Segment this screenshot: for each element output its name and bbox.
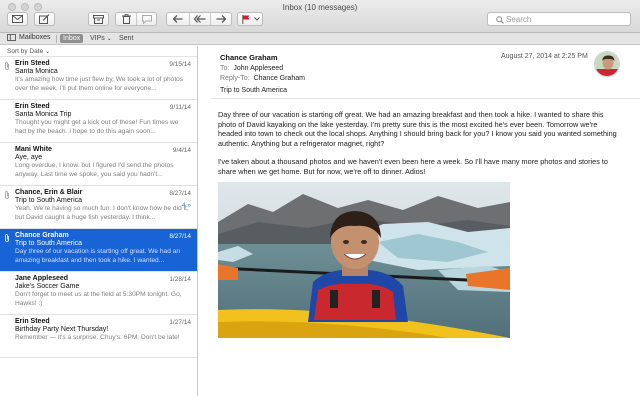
message-subject: Trip to South America xyxy=(15,240,83,247)
sender-avatar xyxy=(594,51,620,77)
message-date: 8/27/14 xyxy=(169,233,191,240)
message-body: Day three of our vacation is starting of… xyxy=(218,110,618,176)
message-reply-to[interactable]: Chance Graham xyxy=(254,75,305,82)
reply-button[interactable] xyxy=(167,13,189,25)
reply-all-icon xyxy=(193,15,206,23)
message-date: 9/15/14 xyxy=(169,61,191,68)
message-to-row: To: John Appleseed xyxy=(220,65,283,72)
message-date: 9/11/14 xyxy=(169,104,191,111)
chevron-down-icon xyxy=(254,17,260,21)
sort-label: Sort by Date xyxy=(7,48,44,55)
delete-junk-group xyxy=(115,12,157,26)
junk-icon xyxy=(141,14,152,24)
to-label: To: xyxy=(220,65,230,72)
message-row[interactable]: Mani White 9/4/14 Aye, aye Long overdue,… xyxy=(0,143,197,186)
message-reply-to-row: Reply-To: Chance Graham xyxy=(220,75,305,82)
message-sender: Erin Steed xyxy=(15,60,50,67)
message-subject: Santa Monica Trip xyxy=(15,111,72,118)
message-date: 8/27/14 xyxy=(169,190,191,197)
message-sender: Chance Graham xyxy=(15,232,69,239)
message-row[interactable]: Chance, Erin & Blair 8/27/14 Trip to Sou… xyxy=(0,186,197,229)
trash-icon xyxy=(121,14,131,24)
chevron-down-icon: ⌄ xyxy=(106,36,112,42)
header-divider xyxy=(211,98,640,99)
message-row[interactable]: Erin Steed 1/27/14 Birthday Party Next T… xyxy=(0,315,197,358)
attachment-icon xyxy=(5,191,9,199)
reply-icon xyxy=(172,15,183,23)
mailboxes-label: Mailboxes xyxy=(19,34,51,41)
message-date: 1/27/14 xyxy=(169,319,191,326)
message-date: 1/28/14 xyxy=(169,276,191,283)
search-icon xyxy=(496,16,504,24)
message-viewer: Chance Graham August 27, 2014 at 2:25 PM… xyxy=(199,46,640,396)
message-subject: Trip to South America xyxy=(15,197,83,204)
message-date: August 27, 2014 at 2:25 PM xyxy=(501,53,588,60)
reply-to-label: Reply-To: xyxy=(220,75,250,82)
archive-icon xyxy=(93,14,104,24)
favorite-vips[interactable]: VIPs ⌄ xyxy=(87,34,115,43)
attachment-icon xyxy=(5,234,9,242)
flag-icon xyxy=(242,14,250,24)
message-from[interactable]: Chance Graham xyxy=(220,53,278,62)
sort-menu[interactable]: Sort by Date ⌄ xyxy=(0,46,197,57)
message-row[interactable]: Erin Steed 9/11/14 Santa Monica Trip Tho… xyxy=(0,100,197,143)
message-subject: Jake's Soccer Game xyxy=(15,283,80,290)
attached-photo[interactable] xyxy=(218,182,510,338)
message-body-paragraph: Day three of our vacation is starting of… xyxy=(218,110,617,148)
thread-count-badge[interactable]: 4 » xyxy=(182,202,191,209)
favorites-divider xyxy=(56,35,57,43)
avatar-photo xyxy=(595,52,619,76)
compose-icon xyxy=(39,14,50,24)
get-mail-button[interactable] xyxy=(7,12,28,26)
message-sender: Chance, Erin & Blair xyxy=(15,189,83,196)
envelope-icon xyxy=(12,15,23,23)
window-title: Inbox (10 messages) xyxy=(282,3,358,12)
sidebar-icon xyxy=(7,34,16,41)
favorite-sent[interactable]: Sent xyxy=(116,34,136,43)
favorites-bar: Mailboxes Inbox VIPs ⌄ Sent xyxy=(0,33,640,45)
archive-button[interactable] xyxy=(88,12,109,26)
compose-button[interactable] xyxy=(34,12,55,26)
message-preview: Don't forget to meet us at the field at … xyxy=(15,291,182,307)
reply-all-button[interactable] xyxy=(188,13,211,25)
reply-group xyxy=(166,12,232,26)
delete-button[interactable] xyxy=(116,13,136,25)
forward-button[interactable] xyxy=(210,13,231,25)
window-toolbar: Inbox (10 messages) xyxy=(0,0,640,33)
message-row[interactable]: Jane Appleseed 1/28/14 Jake's Soccer Gam… xyxy=(0,272,197,315)
message-preview: Remember — it's a surprise. Chuy's. 6PM.… xyxy=(15,334,180,341)
message-body-paragraph: I've taken about a thousand photos and w… xyxy=(218,157,608,176)
search-input[interactable] xyxy=(506,14,616,24)
message-subject: Aye, aye xyxy=(15,154,43,161)
message-date: 9/4/14 xyxy=(172,147,191,154)
message-preview: Thought you might get a kick out of thes… xyxy=(15,119,179,135)
junk-button[interactable] xyxy=(136,13,156,25)
mailboxes-toggle[interactable]: Mailboxes xyxy=(7,34,51,41)
message-list: Sort by Date ⌄ Erin Steed 9/15/14 Santa … xyxy=(0,46,198,396)
message-row[interactable]: Erin Steed 9/15/14 Santa Monica It's ama… xyxy=(0,57,197,100)
message-row-selected[interactable]: Chance Graham 8/27/14 Trip to South Amer… xyxy=(0,229,197,272)
kayak-photo xyxy=(218,182,510,338)
forward-icon xyxy=(216,15,227,23)
attachment-icon xyxy=(5,62,9,70)
favorite-inbox[interactable]: Inbox xyxy=(60,34,84,43)
search-field[interactable] xyxy=(487,12,631,26)
message-subject: Birthday Party Next Thursday! xyxy=(15,326,109,333)
chevron-down-icon: ⌄ xyxy=(44,49,50,55)
message-sender: Erin Steed xyxy=(15,103,50,110)
message-sender: Erin Steed xyxy=(15,318,50,325)
message-preview: Yeah. We're having so much fun. I don't … xyxy=(15,205,189,221)
message-sender: Jane Appleseed xyxy=(15,275,69,282)
message-preview: It's amazing how time just flew by. We t… xyxy=(15,76,184,92)
flag-button[interactable] xyxy=(237,12,263,26)
message-sender: Mani White xyxy=(15,146,52,153)
favorite-vips-label: VIPs xyxy=(90,35,105,42)
message-subject: Trip to South America xyxy=(220,87,288,94)
message-subject: Santa Monica xyxy=(15,68,58,75)
message-preview: Long overdue, I know. but I figured I'd … xyxy=(15,162,174,178)
message-preview: Day three of our vacation is starting of… xyxy=(15,248,181,264)
message-to[interactable]: John Appleseed xyxy=(233,65,283,72)
scrollbar[interactable] xyxy=(632,46,640,396)
